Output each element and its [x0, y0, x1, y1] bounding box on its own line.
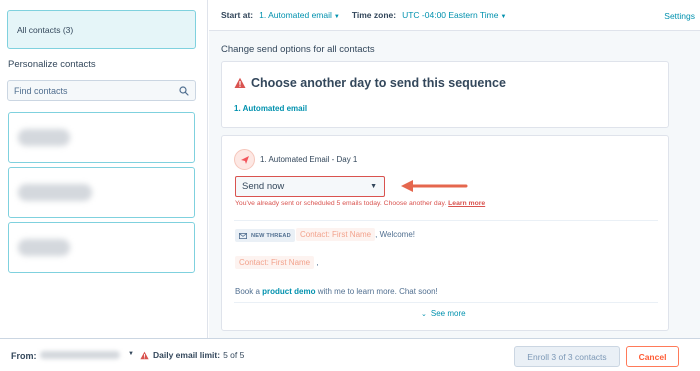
from-label: From: — [11, 351, 37, 361]
contacts-sidebar: All contacts (3) Personalize contacts — [0, 0, 208, 338]
contact-card-3[interactable] — [8, 222, 195, 273]
personalization-token[interactable]: Contact: First Name — [296, 228, 376, 241]
email-step-card: 1. Automated Email - Day 1 Send now ▼ Yo… — [221, 135, 669, 331]
timezone-label: Time zone: — [351, 10, 397, 20]
contact-name-redacted — [18, 129, 70, 146]
all-contacts-label: All contacts (3) — [17, 24, 74, 35]
warning-card: Choose another day to send this sequence… — [221, 61, 669, 128]
find-contacts-input[interactable] — [14, 85, 179, 96]
warning-icon — [140, 351, 149, 359]
send-icon — [240, 155, 249, 164]
body-after: with me to learn more. Chat soon! — [315, 287, 438, 296]
chevron-down-icon: ▼ — [128, 351, 134, 357]
see-more-toggle[interactable]: ⌄ See more — [421, 309, 466, 318]
start-at-label: Start at: — [221, 10, 254, 20]
footer-bar: From: ▼ Daily email limit: 5 of 5 Enroll… — [0, 338, 700, 371]
daily-limit-label: Daily email limit: — [153, 350, 221, 360]
personalize-heading: Personalize contacts — [8, 59, 96, 70]
greeting-suffix: , — [316, 258, 319, 267]
find-contacts-field[interactable] — [7, 80, 196, 101]
new-thread-badge: NEW THREAD — [235, 229, 295, 242]
error-message: You've already sent or scheduled 5 email… — [235, 200, 447, 207]
send-time-value: Send now — [242, 181, 285, 192]
timezone-value: UTC -04:00 Eastern Time — [402, 10, 499, 20]
step-link[interactable]: 1. Automated email — [234, 104, 307, 113]
chevron-down-icon: ▼ — [333, 14, 340, 20]
envelope-icon — [239, 232, 247, 239]
contact-name-redacted — [18, 184, 92, 201]
warning-icon — [234, 77, 246, 88]
section-heading: Change send options for all contacts — [221, 44, 375, 55]
search-icon[interactable] — [179, 85, 189, 96]
subject-suffix: , Welcome! — [375, 230, 416, 239]
start-at-value: 1. Automated email — [259, 10, 332, 20]
divider — [234, 302, 658, 303]
send-options-topbar: Start at: 1. Automated email ▼ Time zone:… — [209, 0, 700, 31]
timezone-dropdown[interactable]: UTC -04:00 Eastern Time ▼ — [402, 10, 506, 20]
warning-title: Choose another day to send this sequence — [234, 76, 506, 90]
contact-card-1[interactable] — [8, 112, 195, 163]
subject-line: Contact: First Name, Welcome! — [296, 228, 415, 241]
settings-link[interactable]: Settings — [664, 11, 695, 21]
start-at-dropdown[interactable]: 1. Automated email ▼ — [259, 10, 340, 20]
greeting-line: Contact: First Name , — [235, 256, 319, 269]
see-more-label: See more — [430, 309, 466, 318]
divider — [234, 220, 658, 221]
chevron-down-icon: ▼ — [370, 183, 377, 190]
body-before: Book a — [235, 287, 263, 296]
learn-more-link[interactable]: Learn more — [448, 200, 485, 207]
contact-name-redacted — [18, 239, 70, 256]
annotation-arrow — [401, 180, 468, 192]
product-demo-link[interactable]: product demo — [262, 287, 315, 296]
warning-title-text: Choose another day to send this sequence — [251, 76, 506, 90]
send-error-text: You've already sent or scheduled 5 email… — [235, 200, 485, 207]
chevron-down-icon: ▼ — [500, 14, 507, 20]
sender-email-redacted — [40, 351, 120, 359]
email-body-text: Book a product demo with me to learn mor… — [235, 287, 438, 296]
from-sender-dropdown[interactable]: ▼ — [40, 348, 134, 362]
main-panel: Start at: 1. Automated email ▼ Time zone:… — [209, 0, 700, 338]
new-thread-label: NEW THREAD — [251, 232, 291, 239]
step-badge — [234, 149, 255, 170]
chevron-down-icon: ⌄ — [421, 311, 427, 318]
all-contacts-item[interactable]: All contacts (3) — [7, 10, 196, 49]
step-title: 1. Automated Email - Day 1 — [260, 155, 358, 164]
daily-limit-value: 5 of 5 — [223, 350, 245, 360]
daily-limit-indicator: Daily email limit: 5 of 5 — [140, 350, 244, 360]
enroll-button[interactable]: Enroll 3 of 3 contacts — [514, 346, 620, 367]
personalization-token[interactable]: Contact: First Name — [235, 256, 315, 269]
send-time-select[interactable]: Send now ▼ — [235, 176, 385, 197]
contact-card-2[interactable] — [8, 167, 195, 218]
cancel-button[interactable]: Cancel — [626, 346, 679, 367]
